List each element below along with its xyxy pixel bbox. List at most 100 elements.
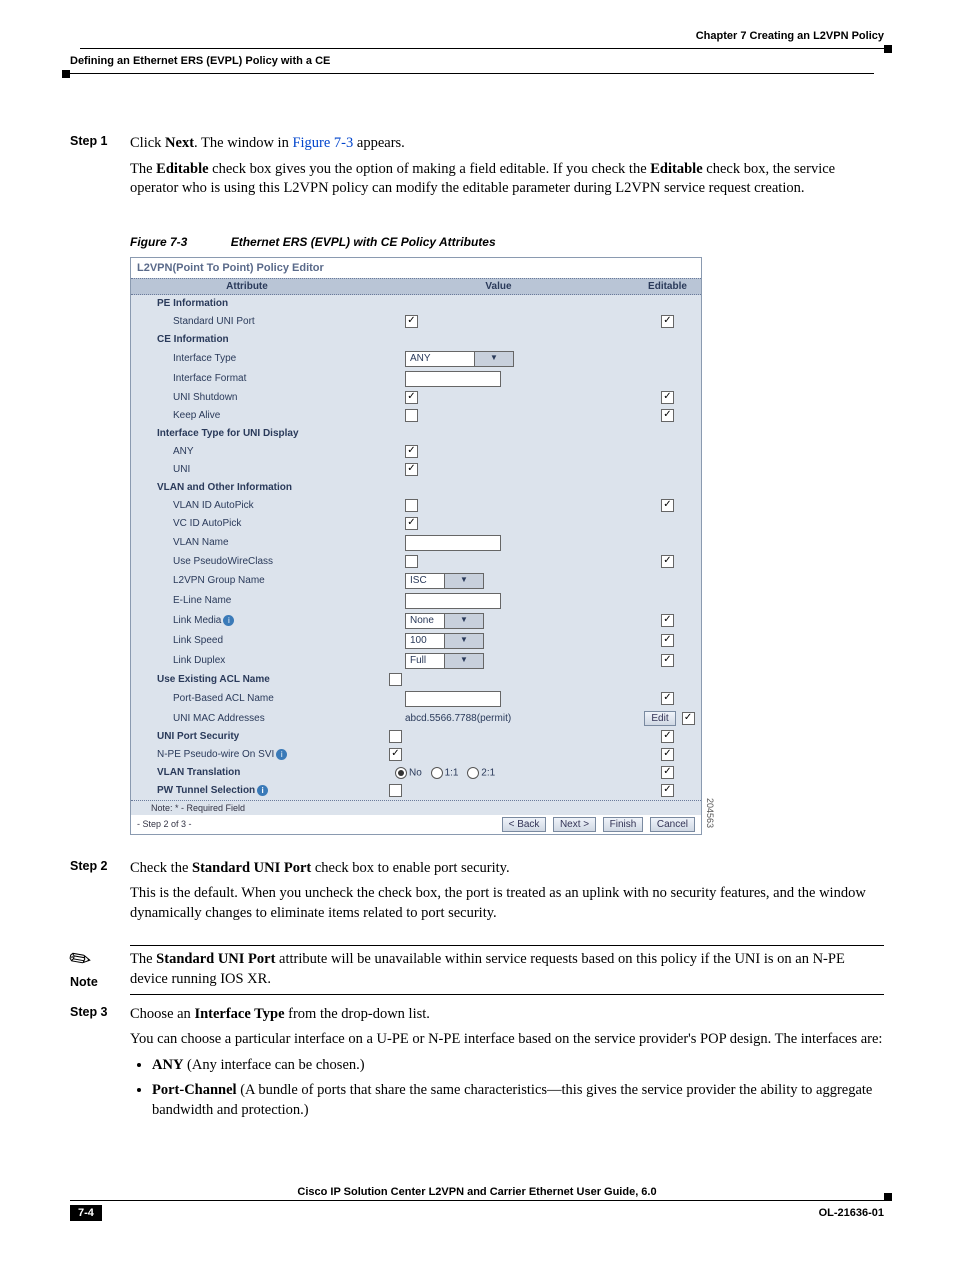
label: UNI Shutdown [131, 390, 399, 405]
row-keep-alive: Keep Alive [131, 407, 701, 425]
section-vlan-translation: VLAN Translation No 1:1 2:1 [131, 764, 701, 782]
radio-2-1[interactable] [467, 767, 479, 779]
label: Link Speed [131, 633, 399, 648]
step-indicator: - Step 2 of 3 - [137, 819, 192, 829]
label: Use PseudoWireClass [131, 554, 399, 569]
checkbox[interactable] [405, 409, 418, 422]
label: Keep Alive [131, 408, 399, 423]
text: (Any interface can be chosen.) [183, 1057, 364, 1073]
label: VLAN Name [131, 535, 399, 550]
checkbox[interactable] [661, 391, 674, 404]
chevron-down-icon: ▼ [474, 352, 513, 366]
checkbox[interactable] [389, 730, 402, 743]
checkbox[interactable] [661, 555, 674, 568]
required-note: Note: * - Required Field [131, 800, 701, 815]
step-2: Step 2 Check the Standard UNI Port check… [70, 859, 884, 930]
checkbox[interactable] [405, 463, 418, 476]
text: The [130, 161, 156, 177]
select[interactable]: ISC▼ [405, 573, 484, 589]
finish-button[interactable]: Finish [603, 817, 644, 832]
label: VLAN Translation [131, 765, 383, 780]
checkbox[interactable] [661, 748, 674, 761]
figure-title: Ethernet ERS (EVPL) with CE Policy Attri… [231, 235, 496, 249]
textbox[interactable] [405, 593, 501, 609]
checkbox[interactable] [405, 555, 418, 568]
chevron-down-icon: ▼ [444, 614, 483, 628]
next-button[interactable]: Next > [553, 817, 596, 832]
edit-button[interactable]: Edit [644, 711, 675, 726]
textbox[interactable] [405, 691, 501, 707]
row-pseudowire-class: Use PseudoWireClass [131, 553, 701, 571]
section-pe: PE Information [131, 295, 701, 313]
info-icon[interactable]: i [223, 615, 234, 626]
list-item: ANY (Any interface can be chosen.) [152, 1056, 884, 1076]
table-header: Attribute Value Editable [131, 278, 701, 295]
checkbox[interactable] [405, 517, 418, 530]
checkbox[interactable] [405, 391, 418, 404]
label: Interface Format [131, 371, 399, 386]
checkbox[interactable] [661, 654, 674, 667]
select[interactable]: Full▼ [405, 653, 484, 669]
row-interface-format: Interface Format [131, 369, 701, 389]
pencil-icon: ✎ [63, 942, 98, 979]
checkbox[interactable] [682, 712, 695, 725]
section-vlan-info: VLAN and Other Information [131, 479, 701, 497]
select[interactable]: 100▼ [405, 633, 484, 649]
select-value: ISC [406, 575, 444, 586]
note-body: The Standard UNI Port attribute will be … [130, 945, 884, 994]
label: Interface Type [131, 351, 399, 366]
text: The [130, 951, 156, 967]
info-icon[interactable]: i [276, 749, 287, 760]
checkbox[interactable] [661, 730, 674, 743]
radio-no[interactable] [395, 767, 407, 779]
figure-link[interactable]: Figure 7-3 [292, 135, 353, 151]
checkbox[interactable] [661, 315, 674, 328]
textbox[interactable] [405, 535, 501, 551]
list-item: Port-Channel (A bundle of ports that sha… [152, 1081, 884, 1120]
checkbox[interactable] [389, 784, 402, 797]
textbox[interactable] [405, 371, 501, 387]
back-button[interactable]: < Back [502, 817, 547, 832]
text: Choose an [130, 1006, 194, 1022]
checkbox[interactable] [661, 499, 674, 512]
step-1-label: Step 1 [70, 134, 130, 205]
editor-title: L2VPN(Point To Point) Policy Editor [131, 258, 701, 278]
checkbox[interactable] [661, 766, 674, 779]
chevron-down-icon: ▼ [444, 634, 483, 648]
checkbox[interactable] [661, 784, 674, 797]
row-vcid-autopick: VC ID AutoPick [131, 515, 701, 533]
select[interactable]: ANY▼ [405, 351, 514, 367]
checkbox[interactable] [661, 634, 674, 647]
checkbox[interactable] [405, 315, 418, 328]
section-pw-tunnel: PW Tunnel Selectioni [131, 782, 701, 800]
image-id: 204563 [705, 798, 715, 828]
checkbox[interactable] [389, 673, 402, 686]
text: check box to enable port security. [311, 860, 509, 876]
checkbox[interactable] [661, 692, 674, 705]
select-value: ANY [406, 353, 474, 364]
wizard-footer: - Step 2 of 3 - < Back Next > Finish Can… [131, 815, 701, 834]
header-rule-left [70, 73, 874, 74]
footer-square-icon [884, 1193, 892, 1201]
label: N-PE Pseudo-wire On SVI [157, 749, 274, 760]
checkbox[interactable] [405, 499, 418, 512]
checkbox[interactable] [405, 445, 418, 458]
note-icon-col: ✎ Note [70, 945, 130, 994]
row-link-duplex: Link Duplex Full▼ [131, 651, 701, 671]
row-interface-type: Interface Type ANY▼ [131, 349, 701, 369]
bullet-list: ANY (Any interface can be chosen.) Port-… [130, 1056, 884, 1121]
label: Link Duplex [131, 653, 399, 668]
radio-label: 2:1 [481, 767, 495, 778]
checkbox[interactable] [661, 409, 674, 422]
label: UNI [131, 462, 399, 477]
info-icon[interactable]: i [257, 785, 268, 796]
checkbox[interactable] [389, 748, 402, 761]
cancel-button[interactable]: Cancel [650, 817, 695, 832]
row-eline-name: E-Line Name [131, 591, 701, 611]
content: Step 1 Click Next. The window in Figure … [70, 134, 884, 1126]
select[interactable]: None▼ [405, 613, 484, 629]
select-value: None [406, 615, 444, 626]
step-3-label: Step 3 [70, 1005, 130, 1127]
radio-1-1[interactable] [431, 767, 443, 779]
checkbox[interactable] [661, 614, 674, 627]
